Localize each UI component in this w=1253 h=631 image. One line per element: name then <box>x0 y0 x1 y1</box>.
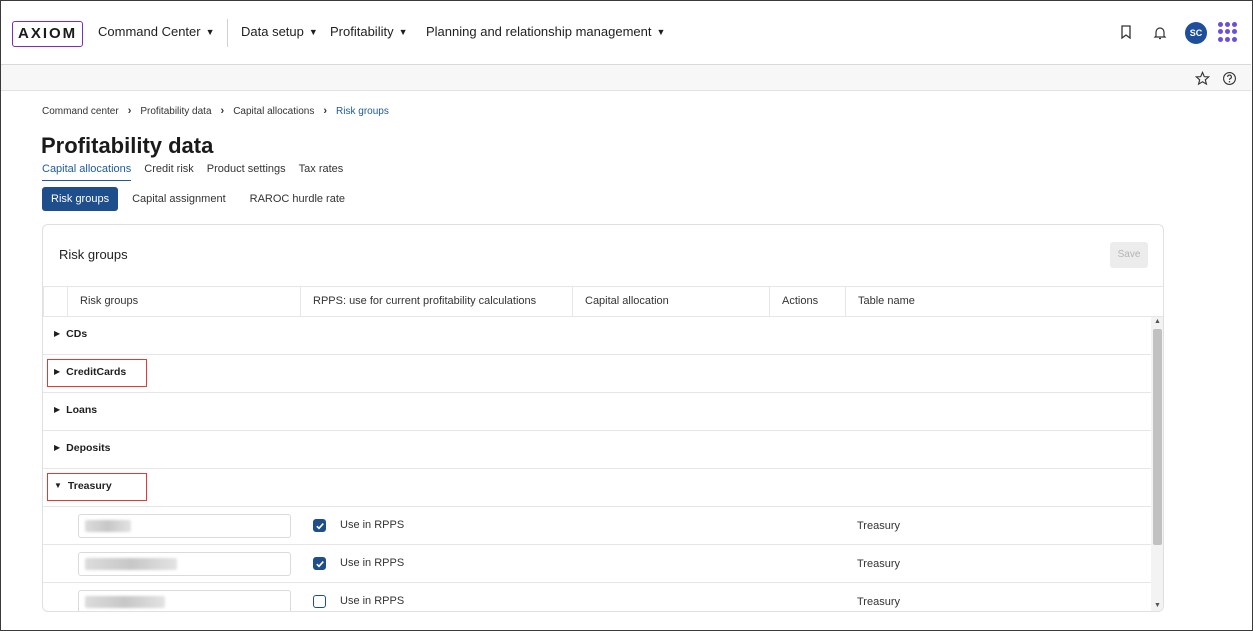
help-icon[interactable] <box>1220 69 1238 87</box>
tab-credit-risk[interactable]: Credit risk <box>144 163 194 181</box>
table-row: Use in RPPS Treasury <box>43 583 1151 611</box>
group-label: CreditCards <box>66 366 127 378</box>
tab-tax-rates[interactable]: Tax rates <box>299 163 344 181</box>
chevron-down-icon: ▼ <box>205 27 215 37</box>
risk-group-name-field[interactable] <box>78 552 291 576</box>
primary-tabs: Capital allocations Credit risk Product … <box>42 163 343 181</box>
breadcrumb-risk-groups[interactable]: Risk groups <box>336 106 389 117</box>
chevron-right-icon: › <box>127 105 132 117</box>
redacted-text <box>85 520 131 532</box>
user-avatar[interactable]: SC <box>1185 22 1207 44</box>
risk-group-name-field[interactable] <box>78 590 291 611</box>
axiom-logo[interactable]: AXIOM <box>12 21 84 47</box>
sub-toolbar <box>1 65 1251 91</box>
nav-label: Command Center <box>98 24 201 39</box>
table-name-value: Treasury <box>857 558 900 570</box>
check-icon <box>315 522 324 529</box>
scroll-down-icon[interactable]: ▼ <box>1151 601 1163 611</box>
apps-grid-icon[interactable] <box>1218 22 1238 42</box>
group-label: Deposits <box>66 442 111 454</box>
bell-icon[interactable] <box>1151 23 1169 41</box>
nav-divider <box>227 19 228 47</box>
scrollbar-thumb[interactable] <box>1153 329 1162 545</box>
star-icon[interactable] <box>1193 69 1211 87</box>
use-in-rpps-label: Use in RPPS <box>340 519 405 531</box>
top-navigation: AXIOM Command Center ▼ Data setup ▼ Profit… <box>1 1 1251 65</box>
secondary-tabs: Risk groups Capital assignment RAROC hur… <box>42 187 369 211</box>
chevron-down-icon: ▼ <box>308 27 318 37</box>
group-row-creditcards[interactable]: ▶ CreditCards <box>43 355 1151 393</box>
app-window: AXIOM Command Center ▼ Data setup ▼ Profit… <box>0 0 1253 631</box>
column-header-table-name[interactable]: Table name <box>845 287 1163 316</box>
group-row-deposits[interactable]: ▶ Deposits <box>43 431 1151 469</box>
table-body: ▶ CDs ▶ CreditCards ▶ Loans ▶ Deposits ▼ Trea… <box>43 317 1151 611</box>
group-label: CDs <box>66 328 88 340</box>
header-spacer <box>43 287 67 316</box>
group-row-loans[interactable]: ▶ Loans <box>43 393 1151 431</box>
nav-data-setup[interactable]: Data setup ▼ <box>241 24 318 39</box>
table-name-value: Treasury <box>857 596 900 608</box>
caret-right-icon: ▶ <box>54 367 61 376</box>
subtab-risk-groups[interactable]: Risk groups <box>42 187 119 211</box>
use-in-rpps-checkbox[interactable] <box>313 595 326 608</box>
caret-right-icon: ▶ <box>54 405 61 414</box>
nav-label: Data setup <box>241 24 304 39</box>
nav-command-center[interactable]: Command Center ▼ <box>98 24 215 39</box>
caret-down-icon: ▼ <box>54 481 62 490</box>
nav-planning-relationship[interactable]: Planning and relationship management ▼ <box>426 24 665 39</box>
table-row: Use in RPPS Treasury <box>43 507 1151 545</box>
group-label: Loans <box>66 404 98 416</box>
chevron-down-icon: ▼ <box>656 27 666 37</box>
tab-product-settings[interactable]: Product settings <box>207 163 286 181</box>
use-in-rpps-label: Use in RPPS <box>340 595 405 607</box>
breadcrumb-command-center[interactable]: Command center <box>42 106 119 117</box>
chevron-right-icon: › <box>220 105 225 117</box>
save-button[interactable]: Save <box>1110 242 1148 268</box>
breadcrumb-capital-allocations[interactable]: Capital allocations <box>233 106 314 117</box>
column-header-risk-groups[interactable]: Risk groups <box>67 287 300 316</box>
risk-group-name-field[interactable] <box>78 514 291 538</box>
panel-title: Risk groups <box>59 247 128 262</box>
chevron-right-icon: › <box>323 105 328 117</box>
table-row: Use in RPPS Treasury <box>43 545 1151 583</box>
use-in-rpps-label: Use in RPPS <box>340 557 405 569</box>
nav-profitability[interactable]: Profitability ▼ <box>330 24 408 39</box>
column-header-capital-allocation[interactable]: Capital allocation <box>572 287 769 316</box>
redacted-text <box>85 558 177 570</box>
chevron-down-icon: ▼ <box>398 27 408 37</box>
vertical-scrollbar[interactable]: ▲ ▼ <box>1151 317 1163 611</box>
page-title: Profitability data <box>41 133 214 158</box>
table-name-value: Treasury <box>857 520 900 532</box>
caret-right-icon: ▶ <box>54 443 61 452</box>
tab-capital-allocations[interactable]: Capital allocations <box>42 163 132 181</box>
caret-right-icon: ▶ <box>54 329 61 338</box>
use-in-rpps-checkbox[interactable] <box>313 519 326 532</box>
redacted-text <box>85 596 165 608</box>
breadcrumb: Command center › Profitability data › Capita… <box>42 105 389 117</box>
scroll-up-icon[interactable]: ▲ <box>1151 317 1163 327</box>
group-row-cds[interactable]: ▶ CDs <box>43 317 1151 355</box>
group-row-treasury[interactable]: ▼ Treasury <box>43 469 1151 507</box>
table-header: Risk groups RPPS: use for current profit… <box>43 286 1163 317</box>
bookmark-icon[interactable] <box>1117 23 1135 41</box>
breadcrumb-profitability-data[interactable]: Profitability data <box>140 106 211 117</box>
subtab-raroc-hurdle-rate[interactable]: RAROC hurdle rate <box>250 193 345 205</box>
nav-label: Planning and relationship management <box>426 24 652 39</box>
nav-label: Profitability <box>330 24 394 39</box>
risk-groups-panel: Risk groups Save Risk groups RPPS: use f… <box>42 224 1164 612</box>
column-header-actions[interactable]: Actions <box>769 287 845 316</box>
use-in-rpps-checkbox[interactable] <box>313 557 326 570</box>
column-header-rpps[interactable]: RPPS: use for current profitability calc… <box>300 287 572 316</box>
subtab-capital-assignment[interactable]: Capital assignment <box>132 193 226 205</box>
group-label: Treasury <box>67 480 112 492</box>
check-icon <box>315 560 324 567</box>
